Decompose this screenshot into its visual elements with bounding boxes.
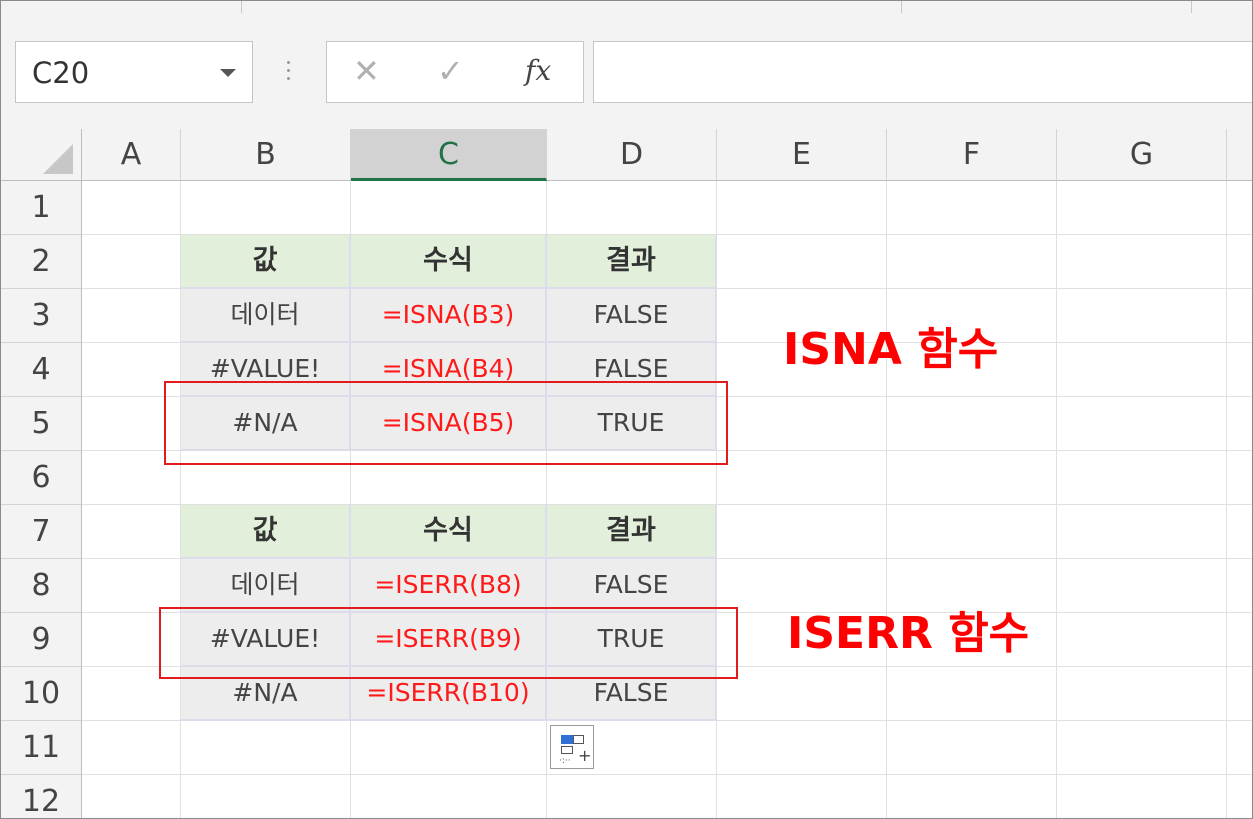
column-header-e[interactable]: E [717,129,887,181]
formula-cell[interactable]: =ISERR(B8) [351,559,547,613]
resize-handle-icon[interactable] [286,61,291,87]
value-cell[interactable]: 데이터 [181,559,351,613]
value-cell[interactable]: 데이터 [181,289,351,343]
header-cell-formula[interactable]: 수식 [351,505,547,559]
name-box[interactable]: C20 [15,41,253,103]
formula-buttons: ✕ ✓ fx [326,41,584,103]
column-header-f[interactable]: F [887,129,1057,181]
column-header-next[interactable] [1227,129,1252,181]
isna-annotation: ISNA 함수 [783,324,999,375]
row-header-8[interactable]: 8 [1,559,82,613]
excel-window: C20 ✕ ✓ fx ABCDEFG 1 2 3 4 5 6 7 8 9 10 11 12 값 수식 결과… [0,0,1253,819]
enter-icon[interactable]: ✓ [437,52,464,90]
column-header-b[interactable]: B [181,129,351,181]
grid-hline [82,774,1252,775]
row-header-3[interactable]: 3 [1,289,82,343]
header-cell-value[interactable]: 값 [181,235,351,289]
insert-function-icon[interactable]: fx [525,54,551,87]
grid-vline [1056,181,1057,818]
formula-input[interactable] [593,41,1252,103]
worksheet-grid[interactable]: ABCDEFG 1 2 3 4 5 6 7 8 9 10 11 12 값 수식 결과 데이터 =ISNA(B3… [1,129,1252,818]
iserr-annotation: ISERR 함수 [787,608,1030,659]
column-header-d[interactable]: D [547,129,717,181]
highlight-box-isna-row5 [164,381,728,465]
formula-bar-area: C20 ✕ ✓ fx [1,17,1252,129]
grid-vline [886,181,887,818]
quick-analysis-icon[interactable]: ·:·· + [550,725,594,769]
row-header-4[interactable]: 4 [1,343,82,397]
row-header-12[interactable]: 12 [1,775,82,818]
name-box-value: C20 [32,56,90,90]
formula-cell[interactable]: =ISNA(B3) [351,289,547,343]
row-header-10[interactable]: 10 [1,667,82,721]
header-cell-result[interactable]: 결과 [547,235,717,289]
grid-vline [1226,181,1227,818]
select-all-corner-icon[interactable] [1,129,82,181]
row-header-1[interactable]: 1 [1,181,82,235]
row-header-7[interactable]: 7 [1,505,82,559]
header-cell-formula[interactable]: 수식 [351,235,547,289]
header-cell-value[interactable]: 값 [181,505,351,559]
cancel-icon[interactable]: ✕ [353,52,380,90]
row-header-9[interactable]: 9 [1,613,82,667]
column-header-c[interactable]: C [351,129,547,181]
row-header-2[interactable]: 2 [1,235,82,289]
result-cell[interactable]: FALSE [547,559,717,613]
highlight-box-iserr-row9 [159,607,738,679]
column-header-a[interactable]: A [82,129,181,181]
column-header-g[interactable]: G [1057,129,1227,181]
header-cell-result[interactable]: 결과 [547,505,717,559]
row-header-5[interactable]: 5 [1,397,82,451]
ribbon-group-labels-strip [1,1,1252,17]
row-header-6[interactable]: 6 [1,451,82,505]
result-cell[interactable]: FALSE [547,289,717,343]
chevron-down-icon[interactable] [220,69,236,77]
row-header-11[interactable]: 11 [1,721,82,775]
